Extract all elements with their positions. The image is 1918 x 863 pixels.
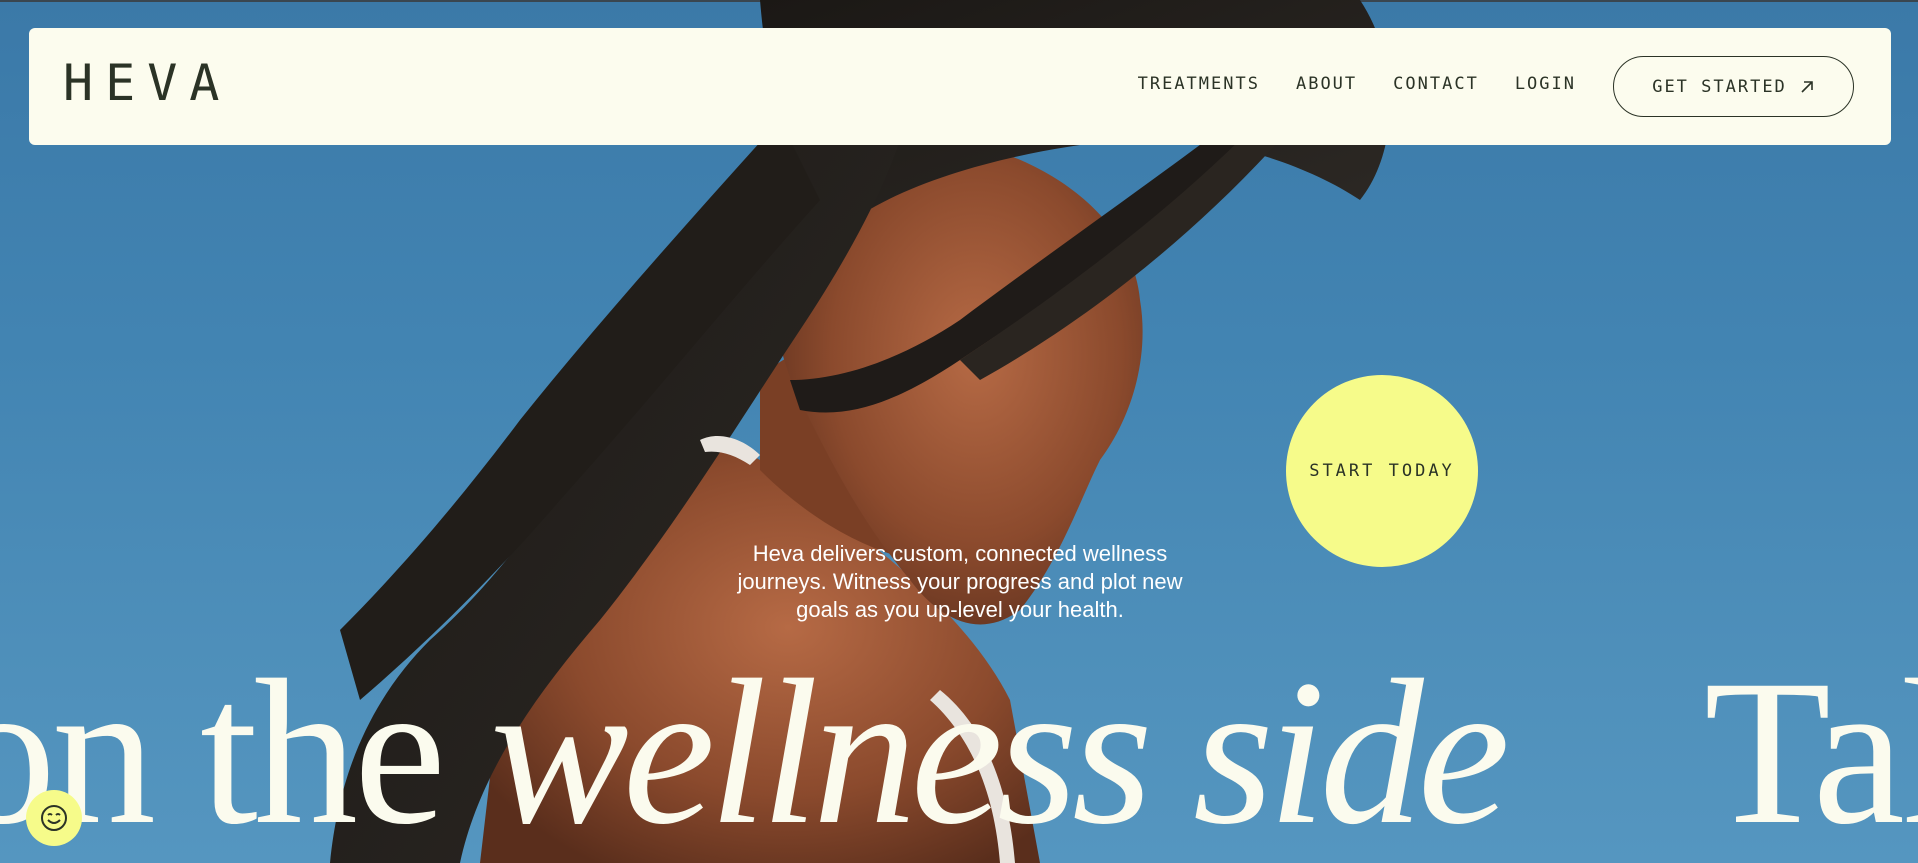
page: HEVA TREATMENTS ABOUT CONTACT LOGIN GET … <box>0 0 1918 863</box>
smiley-icon <box>41 805 67 831</box>
hero-marquee: on the wellness sideTake a w <box>0 648 1918 856</box>
start-today-button[interactable]: START TODAY <box>1286 375 1478 567</box>
accessibility-button[interactable] <box>26 790 82 846</box>
get-started-label: GET STARTED <box>1652 76 1787 97</box>
main-nav: TREATMENTS ABOUT CONTACT LOGIN <box>1138 74 1576 94</box>
arrow-up-right-icon <box>1801 80 1813 93</box>
logo[interactable]: HEVA <box>63 58 231 108</box>
site-header: HEVA TREATMENTS ABOUT CONTACT LOGIN GET … <box>29 28 1891 145</box>
marquee-text-2: Take a w <box>1704 637 1918 863</box>
nav-about[interactable]: ABOUT <box>1296 74 1357 94</box>
hero-tagline: Heva delivers custom, connected wellness… <box>737 541 1183 622</box>
marquee-text-italic: wellness side <box>490 637 1510 863</box>
nav-login[interactable]: LOGIN <box>1515 74 1576 94</box>
get-started-button[interactable]: GET STARTED <box>1613 56 1854 117</box>
nav-treatments[interactable]: TREATMENTS <box>1138 74 1260 94</box>
nav-contact[interactable]: CONTACT <box>1393 74 1479 94</box>
